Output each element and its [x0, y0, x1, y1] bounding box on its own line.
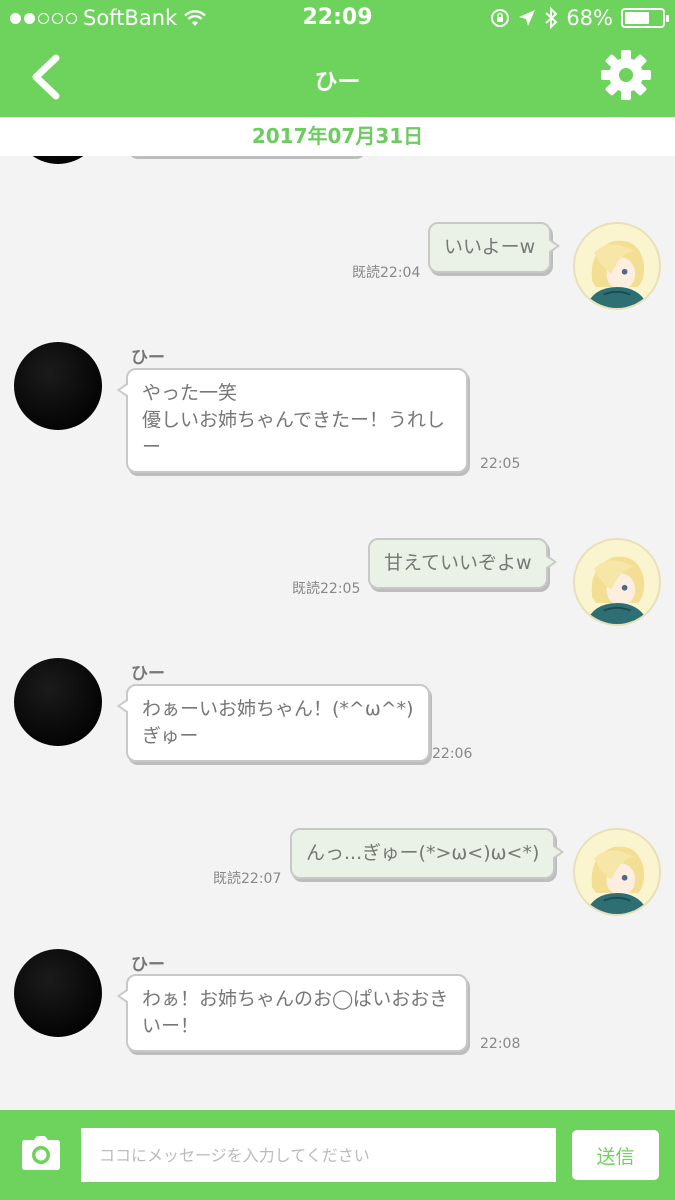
message-line: わぁ！お姉ちゃんのお◯ぱいおおき	[142, 988, 449, 1010]
contact-avatar[interactable]	[14, 658, 102, 746]
chat-screen: SoftBank 22:09 68% ひー 2017年07月31日 既読22:0…	[0, 0, 675, 1200]
status-bar: SoftBank 22:09 68%	[0, 0, 675, 38]
message-text: いいよーw	[444, 236, 536, 258]
message-input[interactable]	[81, 1128, 556, 1182]
message-bubble-outgoing: んっ...ぎゅー(*>ω<)ω<*)	[290, 828, 565, 879]
sender-name: ひー	[131, 348, 165, 368]
message-time: 22:08	[480, 1036, 521, 1052]
message-line: やった一笑	[142, 382, 238, 404]
status-right: 68%	[490, 6, 669, 30]
anime-avatar-icon	[585, 846, 649, 914]
message-text: んっ...ぎゅー(*>ω<)ω<*)	[306, 842, 540, 864]
message-bubble-outgoing: 甘えていいぞよw	[368, 538, 557, 589]
contact-avatar[interactable]	[14, 342, 102, 430]
message-bubble-incoming: わぁ！お姉ちゃんのお◯ぱいおおき いー！	[117, 974, 468, 1052]
contact-avatar[interactable]	[14, 156, 102, 164]
message-input-bar: 送信	[0, 1110, 675, 1200]
rotation-lock-icon	[491, 9, 510, 27]
location-arrow-icon	[519, 10, 536, 26]
contact-avatar[interactable]	[14, 949, 102, 1037]
message-line: いー！	[142, 1015, 200, 1037]
message-text: 甘えていいぞよw	[384, 552, 532, 574]
anime-avatar-icon	[585, 240, 649, 308]
anime-avatar-icon	[585, 556, 649, 624]
message-line: ぎゅー	[142, 725, 199, 747]
my-avatar[interactable]	[573, 538, 661, 626]
message-time: 22:05	[480, 456, 521, 472]
message-line: わぁーいお姉ちゃん！(*^ω^*)	[142, 698, 414, 720]
read-receipt: 既読22:07	[213, 871, 282, 887]
send-button[interactable]: 送信	[572, 1130, 659, 1180]
sender-name: ひー	[131, 664, 165, 684]
battery-icon	[621, 8, 669, 28]
bluetooth-icon	[545, 7, 558, 29]
battery-level	[625, 12, 650, 24]
battery-percent: 68%	[566, 6, 613, 30]
chat-title: ひー	[314, 69, 361, 95]
camera-icon[interactable]	[22, 1136, 60, 1170]
message-bubble-incoming: わぁーいお姉ちゃん！(*^ω^*) ぎゅー	[117, 684, 430, 762]
message-list[interactable]: 既読22:04 いいよーw ひー やった一笑 優しいお姉ちゃんできたー！うれし …	[0, 156, 675, 1110]
message-line: ー	[142, 436, 162, 458]
message-line: 優しいお姉ちゃんできたー！うれし	[142, 409, 446, 431]
my-avatar[interactable]	[573, 828, 661, 916]
date-header: 2017年07月31日	[0, 117, 675, 156]
message-bubble-incoming: やった一笑 優しいお姉ちゃんできたー！うれし ー	[117, 368, 468, 473]
message-time: 22:06	[432, 746, 473, 762]
nav-bar: ひー	[0, 38, 675, 117]
my-avatar[interactable]	[573, 222, 661, 310]
sender-name: ひー	[131, 955, 165, 975]
read-receipt: 既読22:04	[352, 265, 421, 281]
message-bubble-outgoing: いいよーw	[428, 222, 561, 273]
read-receipt: 既読22:05	[292, 581, 361, 597]
gear-icon[interactable]	[599, 48, 653, 102]
